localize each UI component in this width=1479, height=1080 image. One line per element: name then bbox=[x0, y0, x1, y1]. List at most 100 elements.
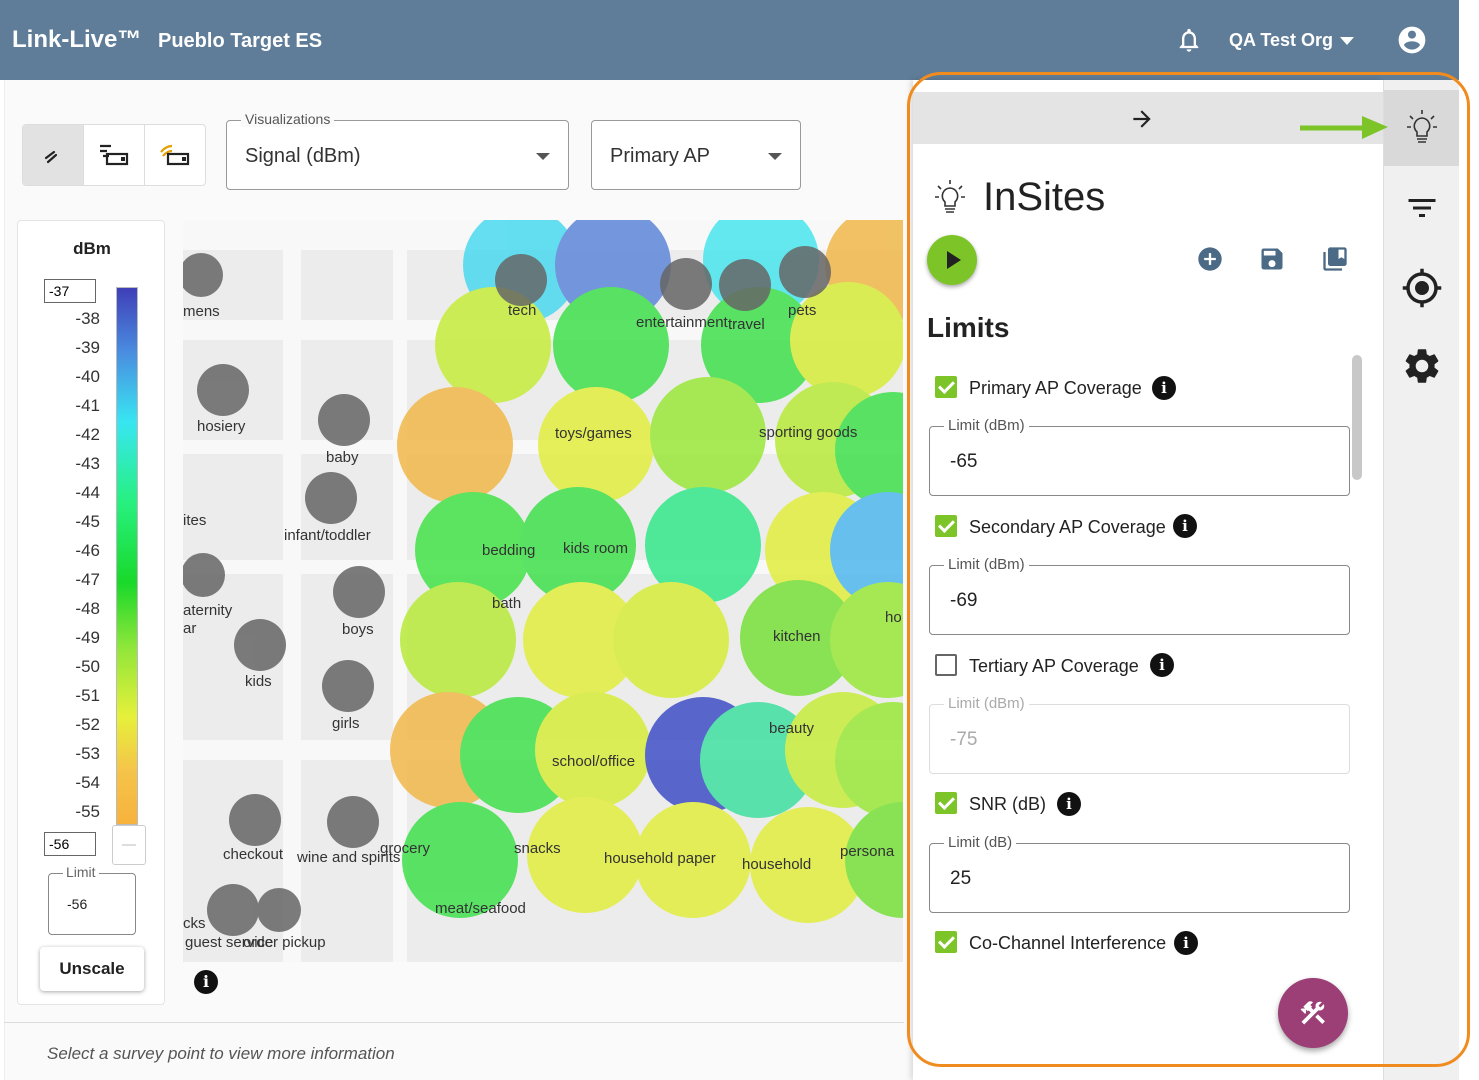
bell-icon[interactable] bbox=[1175, 26, 1203, 54]
info-icon[interactable]: i bbox=[1173, 514, 1197, 538]
dept-label: ar bbox=[183, 620, 196, 637]
ap-select[interactable]: Primary AP bbox=[591, 120, 801, 190]
visualization-label: Visualizations bbox=[241, 111, 335, 127]
dept-label: tech bbox=[508, 302, 536, 319]
dept-label: mens bbox=[183, 303, 220, 320]
field-label: Limit (dBm) bbox=[944, 417, 1029, 434]
dept-label: kids room bbox=[563, 540, 628, 557]
run-button[interactable] bbox=[927, 235, 977, 285]
scale-label: -43 bbox=[75, 454, 100, 473]
filter-icon bbox=[1408, 199, 1436, 217]
dept-label: snacks bbox=[514, 840, 561, 857]
scale-label: -47 bbox=[75, 570, 100, 589]
lightbulb-icon bbox=[935, 180, 965, 213]
tools-fab-button[interactable] bbox=[1278, 978, 1348, 1048]
ap-mode-button[interactable] bbox=[84, 125, 145, 185]
dept-label: boys bbox=[342, 621, 374, 638]
view-mode-toggle bbox=[22, 124, 206, 186]
dept-label: kids bbox=[245, 673, 272, 690]
dept-label: infant/toddler bbox=[284, 527, 371, 544]
field-value: -75 bbox=[950, 729, 978, 750]
scale-label: -44 bbox=[75, 483, 100, 502]
secondary-ap-label: Secondary AP Coverage bbox=[969, 517, 1166, 537]
lightbulb-icon bbox=[1407, 110, 1437, 143]
account-icon[interactable] bbox=[1396, 24, 1428, 56]
ap-value: Primary AP bbox=[610, 145, 711, 167]
info-icon[interactable]: i bbox=[1150, 653, 1174, 677]
snr-checkbox[interactable] bbox=[935, 792, 957, 814]
co-channel-checkbox[interactable] bbox=[935, 931, 957, 953]
callout-arrow-icon bbox=[1300, 116, 1388, 139]
chevron-down-icon[interactable] bbox=[1340, 37, 1354, 45]
secondary-ap-limit-input[interactable]: Limit (dBm) -69 bbox=[929, 556, 1350, 635]
scale-label: -42 bbox=[75, 425, 100, 444]
secondary-ap-checkbox[interactable] bbox=[935, 515, 957, 537]
dept-label: grocery bbox=[380, 840, 431, 857]
map-info-icon[interactable]: i bbox=[194, 970, 218, 994]
library-icon[interactable] bbox=[1321, 245, 1349, 273]
dept-label: order pickup bbox=[243, 934, 326, 951]
rail-filter[interactable] bbox=[1384, 170, 1460, 246]
insites-panel: InSites Limits Primary AP Coverage i Lim… bbox=[913, 80, 1383, 1080]
heatmap-canvas[interactable]: mens tech entertainment travel pets hosi… bbox=[183, 220, 903, 962]
co-channel-label: Co-Channel Interference bbox=[969, 933, 1167, 953]
tertiary-ap-checkbox[interactable] bbox=[935, 654, 957, 676]
org-selector[interactable]: QA Test Org bbox=[1229, 30, 1333, 51]
dept-label: household paper bbox=[604, 850, 716, 867]
primary-ap-limit-input[interactable]: Limit (dBm) -65 bbox=[929, 417, 1350, 496]
primary-ap-label: Primary AP Coverage bbox=[969, 378, 1142, 398]
snr-limit-input[interactable]: Limit (dB) 25 bbox=[929, 834, 1350, 913]
dept-label: hosiery bbox=[197, 418, 246, 435]
ap-coverage-mode-button[interactable] bbox=[145, 125, 205, 185]
access-point-signal-icon bbox=[160, 144, 190, 166]
dept-label: ho bbox=[885, 609, 902, 626]
gradient-drag-handle[interactable] bbox=[112, 825, 146, 865]
rail-locate[interactable] bbox=[1384, 250, 1460, 326]
right-nav-rail bbox=[1383, 80, 1460, 1080]
scale-label: -49 bbox=[75, 628, 100, 647]
primary-ap-checkbox[interactable] bbox=[935, 376, 957, 398]
rail-insites[interactable] bbox=[1384, 90, 1460, 166]
info-icon[interactable]: i bbox=[1174, 931, 1198, 955]
info-icon[interactable]: i bbox=[1057, 792, 1081, 816]
color-gradient-bar bbox=[116, 287, 138, 825]
scale-label: -55 bbox=[75, 802, 100, 821]
site-name: Pueblo Target ES bbox=[158, 30, 323, 52]
visualization-select[interactable]: Visualizations Signal (dBm) bbox=[226, 111, 569, 190]
legend-limit-field[interactable]: Limit -56 bbox=[48, 864, 136, 935]
unscale-button[interactable]: Unscale bbox=[40, 947, 144, 991]
signal-mode-button[interactable] bbox=[23, 125, 84, 185]
limits-heading: Limits bbox=[927, 312, 1010, 343]
access-point-icon bbox=[100, 144, 129, 166]
dept-label: sporting goods bbox=[759, 424, 857, 441]
add-circle-icon[interactable] bbox=[1196, 245, 1224, 273]
arrow-right-icon[interactable] bbox=[1129, 106, 1155, 132]
dept-label: household bbox=[742, 856, 811, 873]
scale-label: -52 bbox=[75, 715, 100, 734]
scale-label: -45 bbox=[75, 512, 100, 531]
app-brand[interactable]: Link-Live™ bbox=[12, 26, 141, 54]
dept-label: travel bbox=[728, 316, 765, 333]
scale-label: -39 bbox=[75, 338, 100, 357]
scale-label: -53 bbox=[75, 744, 100, 763]
legend-title: dBm bbox=[73, 239, 111, 258]
dept-label: ites bbox=[183, 512, 206, 529]
field-label: Limit (dBm) bbox=[944, 695, 1029, 712]
dept-label: girls bbox=[332, 715, 360, 732]
scale-label: -51 bbox=[75, 686, 100, 705]
field-label: Limit (dB) bbox=[944, 834, 1017, 851]
dept-label: aternity bbox=[183, 602, 233, 619]
info-icon[interactable]: i bbox=[1152, 376, 1176, 400]
chevron-down-icon bbox=[768, 153, 782, 160]
save-icon[interactable] bbox=[1258, 245, 1286, 273]
gear-icon bbox=[1405, 349, 1439, 383]
legend-min-input[interactable] bbox=[44, 832, 96, 856]
dept-label: cks bbox=[183, 915, 206, 932]
tertiary-ap-label: Tertiary AP Coverage bbox=[969, 656, 1139, 676]
scale-label: -48 bbox=[75, 599, 100, 618]
rail-settings[interactable] bbox=[1384, 328, 1460, 404]
legend-max-input[interactable] bbox=[44, 279, 96, 303]
dept-label: baby bbox=[326, 449, 359, 466]
floor-map[interactable]: mens tech entertainment travel pets hosi… bbox=[183, 220, 903, 962]
scale-label: -40 bbox=[75, 367, 100, 386]
